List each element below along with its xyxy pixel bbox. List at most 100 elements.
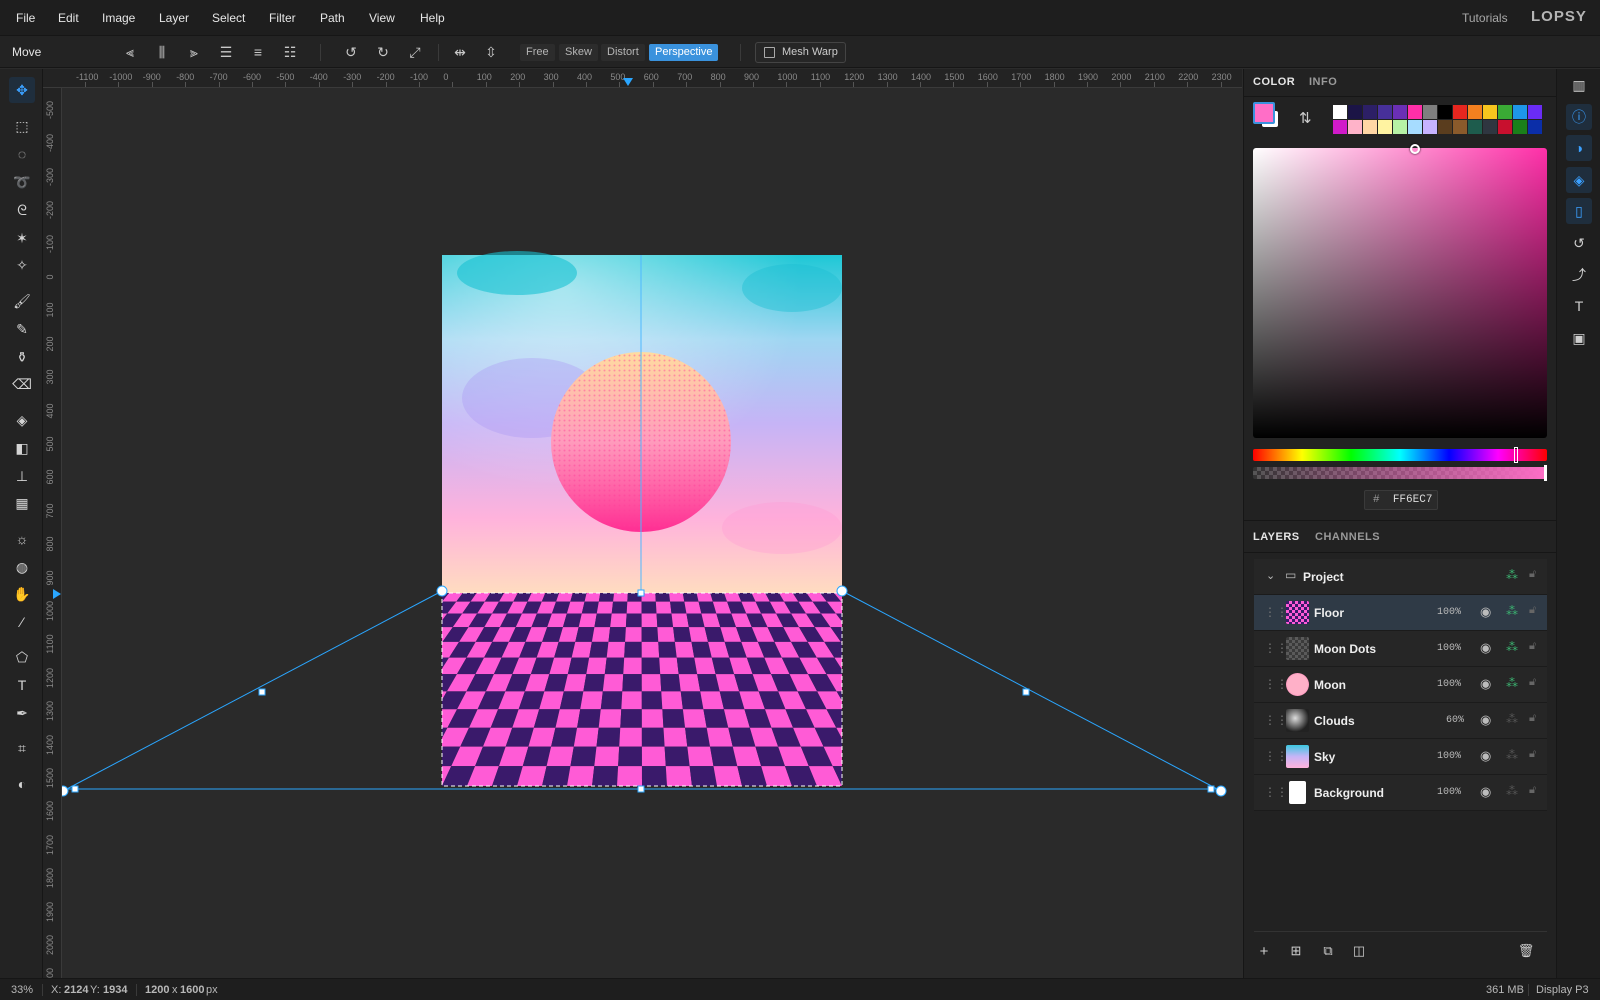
tab-info[interactable]: INFO (1309, 76, 1337, 88)
fill-icon[interactable]: ◈ (9, 407, 35, 433)
layer-row-background[interactable]: ⋮⋮ Background 100% ◉ ⁂ 🔓︎ (1254, 775, 1547, 811)
canvas-area[interactable] (62, 88, 1242, 978)
drag-handle-icon[interactable]: ⋮⋮ (1264, 641, 1288, 655)
layer-row-floor[interactable]: ⋮⋮ Floor 100% ◉ ⁂ 🔓︎ (1254, 595, 1547, 631)
image-icon[interactable]: ▣ (1566, 325, 1592, 351)
color-swatch[interactable] (1408, 105, 1422, 119)
crop-icon[interactable]: ⌗ (9, 735, 35, 761)
layers-icon[interactable]: ◈ (1566, 167, 1592, 193)
align-center-h-icon[interactable]: ⫼ (153, 43, 171, 61)
contrast-icon[interactable]: ◐ (9, 771, 35, 797)
align-top-icon[interactable]: ☰ (217, 43, 235, 61)
new-group-icon[interactable]: ⊞ (1286, 943, 1306, 959)
chevron-down-icon[interactable]: ⌄ (1266, 569, 1275, 582)
history-icon[interactable]: ↺ (1566, 230, 1592, 256)
palette-icon[interactable]: ◑ (1566, 135, 1592, 161)
alpha-slider[interactable] (1253, 467, 1547, 479)
transform-edge-handle[interactable] (258, 688, 266, 696)
saturation-value-picker[interactable] (1253, 148, 1547, 438)
eraser-icon[interactable]: ⌫ (9, 371, 35, 397)
fx-icon[interactable]: ⁂ (1506, 568, 1518, 582)
columns-icon[interactable]: ▯ (1566, 198, 1592, 224)
scale-icon[interactable]: ⤢ (406, 43, 424, 61)
color-swatch[interactable] (1363, 105, 1377, 119)
color-swatch[interactable] (1393, 105, 1407, 119)
hand-icon[interactable]: ✋ (9, 581, 35, 607)
menu-file[interactable]: File (16, 11, 35, 25)
quick-select-icon[interactable]: ✧ (9, 252, 35, 278)
layer-group-row[interactable]: ⌄ ▭ Project ⁂ 🔓︎ (1254, 559, 1547, 595)
transform-edge-handle[interactable] (71, 785, 79, 793)
color-swatch[interactable] (1333, 120, 1347, 134)
menu-path[interactable]: Path (320, 11, 345, 25)
color-swatch[interactable] (1513, 105, 1527, 119)
eye-icon[interactable]: ◉ (1480, 784, 1491, 800)
dodge-icon[interactable]: ☼ (9, 526, 35, 552)
layer-row-moon[interactable]: ⋮⋮ Moon 100% ◉ ⁂ 🔓︎ (1254, 667, 1547, 703)
swap-colors-icon[interactable]: ⇅ (1299, 109, 1312, 127)
fx-icon[interactable]: ⁂ (1506, 676, 1518, 690)
transform-edge-handle[interactable] (637, 589, 645, 597)
color-swatch[interactable] (1468, 105, 1482, 119)
color-swatch[interactable] (1483, 105, 1497, 119)
book-icon[interactable]: ▥ (1566, 72, 1592, 98)
lock-icon[interactable]: 🔓︎ (1529, 640, 1536, 653)
horizontal-ruler[interactable]: -1100 -1000 -900 -800 -700 -600 -500 -400 -300 -2… (43, 69, 1242, 88)
color-swatch[interactable] (1498, 105, 1512, 119)
color-picker-cursor[interactable] (1410, 144, 1420, 154)
fx-icon[interactable]: ⁂ (1506, 604, 1518, 618)
drag-handle-icon[interactable]: ⋮⋮ (1264, 785, 1288, 799)
color-swatch[interactable] (1393, 120, 1407, 134)
transform-corner-handle[interactable] (436, 585, 448, 597)
drag-handle-icon[interactable]: ⋮⋮ (1264, 749, 1288, 763)
trash-icon[interactable]: 🗑︎ (1516, 943, 1536, 959)
layer-row-clouds[interactable]: ⋮⋮ Clouds 60% ◉ ⁂ 🔓︎ (1254, 703, 1547, 739)
menu-help[interactable]: Help (420, 11, 445, 25)
color-swatch[interactable] (1528, 120, 1542, 134)
fx-icon[interactable]: ⁂ (1506, 784, 1518, 798)
zoom-level[interactable]: 33% (11, 984, 33, 996)
lock-icon[interactable]: 🔓︎ (1529, 748, 1536, 761)
transform-edge-handle[interactable] (1207, 785, 1215, 793)
text-icon[interactable]: T (9, 672, 35, 698)
menu-select[interactable]: Select (212, 11, 245, 25)
flip-horizontal-icon[interactable]: ⇹ (451, 43, 469, 61)
ellipse-select-icon[interactable]: ◌ (9, 141, 35, 167)
lock-icon[interactable]: 🔓︎ (1529, 604, 1536, 617)
eye-icon[interactable]: ◉ (1480, 712, 1491, 728)
eye-icon[interactable]: ◉ (1480, 640, 1491, 656)
transform-corner-handle[interactable] (62, 785, 69, 797)
mode-free-button[interactable]: Free (520, 44, 555, 61)
eye-icon[interactable]: ◉ (1480, 604, 1491, 620)
color-swatch[interactable] (1483, 120, 1497, 134)
color-swatch[interactable] (1438, 105, 1452, 119)
foreground-color-swatch[interactable] (1253, 102, 1275, 124)
color-swatch[interactable] (1468, 120, 1482, 134)
stamp-icon[interactable]: ⊥ (9, 463, 35, 489)
color-swatch[interactable] (1423, 120, 1437, 134)
color-swatch[interactable] (1378, 120, 1392, 134)
rotate-ccw-icon[interactable]: ↺ (342, 43, 360, 61)
rect-select-icon[interactable]: ⬚ (9, 113, 35, 139)
mode-skew-button[interactable]: Skew (559, 44, 598, 61)
color-swatch[interactable] (1348, 120, 1362, 134)
mesh-warp-button[interactable]: Mesh Warp (755, 42, 846, 63)
layer-row-moon-dots[interactable]: ⋮⋮ Moon Dots 100% ◉ ⁂ 🔓︎ (1254, 631, 1547, 667)
align-left-icon[interactable]: ⫷ (121, 43, 139, 61)
color-swatch[interactable] (1513, 120, 1527, 134)
tab-layers[interactable]: LAYERS (1253, 531, 1300, 543)
align-bottom-icon[interactable]: ☷ (281, 43, 299, 61)
menu-edit[interactable]: Edit (58, 11, 79, 25)
transform-corner-handle[interactable] (1215, 785, 1227, 797)
layer-row-sky[interactable]: ⋮⋮ Sky 100% ◉ ⁂ 🔓︎ (1254, 739, 1547, 775)
color-swatch[interactable] (1363, 120, 1377, 134)
pen-icon[interactable]: ✒ (9, 700, 35, 726)
lock-icon[interactable]: 🔓︎ (1529, 568, 1536, 581)
drag-handle-icon[interactable]: ⋮⋮ (1264, 677, 1288, 691)
info-icon[interactable]: ⓘ (1566, 104, 1592, 130)
tab-color[interactable]: COLOR (1253, 76, 1295, 88)
shape-icon[interactable]: ⬠ (9, 644, 35, 670)
rotate-cw-icon[interactable]: ↻ (374, 43, 392, 61)
align-middle-v-icon[interactable]: ≡ (249, 43, 267, 61)
mode-perspective-button[interactable]: Perspective (649, 44, 719, 61)
